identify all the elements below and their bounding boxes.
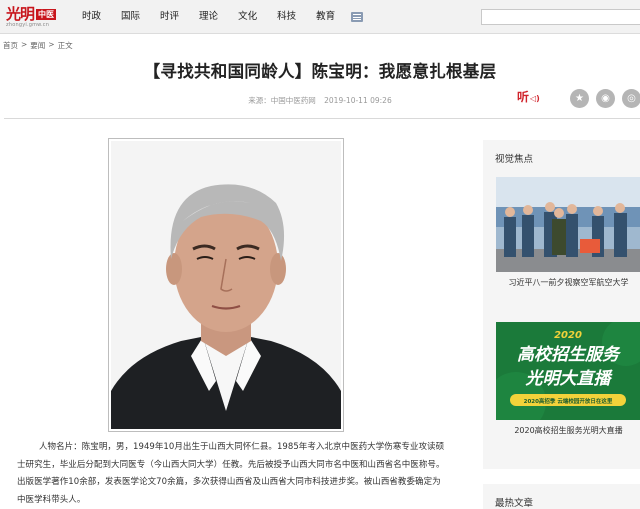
weibo-share-icon[interactable]: ◎ <box>622 89 640 108</box>
focus-caption-1[interactable]: 习近平八一前夕视察空军航空大学 <box>497 277 640 288</box>
breadcrumb-home[interactable]: 首页 <box>3 40 18 51</box>
poster-line-1: 高校招生服务 <box>517 345 622 365</box>
nav-item-guoji[interactable]: 国际 <box>121 0 140 34</box>
logo-domain: zhongyi.gmw.cn <box>6 22 50 28</box>
nav-item-jiaoyu[interactable]: 教育 <box>316 0 335 34</box>
portrait-image <box>111 141 341 429</box>
article-date: 2019-10-11 09:26 <box>324 96 392 105</box>
menu-icon[interactable] <box>351 12 363 22</box>
focus-thumbnail-2[interactable]: 2020 高校招生服务 光明大直播 2020高招季 云端校园开放日在这里 <box>496 322 640 420</box>
sidebar-section-title-2: 最热文章 <box>495 498 534 509</box>
sidebar-visual-focus: 视觉焦点 习近平八一前夕视察空军航空大学 2020 高校招生服务 光明大直播 2… <box>483 140 640 469</box>
breadcrumb-separator: > <box>48 40 55 49</box>
title-divider <box>4 118 640 119</box>
breadcrumb-separator: > <box>21 40 28 49</box>
sidebar-section-title: 视觉焦点 <box>495 154 534 165</box>
live-poster-image: 2020 高校招生服务 光明大直播 2020高招季 云端校园开放日在这里 <box>496 322 640 420</box>
nav-item-keji[interactable]: 科技 <box>277 0 296 34</box>
nav-item-shizheng[interactable]: 时政 <box>82 0 101 34</box>
nav-item-lilun[interactable]: 理论 <box>199 0 218 34</box>
poster-year: 2020 <box>554 330 582 341</box>
portrait-photo <box>108 138 344 432</box>
breadcrumb: 首页 > 要闻 > 正文 <box>3 40 76 51</box>
wechat-share-icon[interactable]: ◉ <box>596 89 615 108</box>
nav-item-shiping[interactable]: 时评 <box>160 0 179 34</box>
article-title: 【寻找共和国同龄人】陈宝明：我愿意扎根基层 <box>143 62 497 81</box>
article-meta: 来源：中国中医药网 2019-10-11 09:26 <box>0 95 640 106</box>
focus-caption-2[interactable]: 2020高校招生服务光明大直播 <box>497 425 640 436</box>
news-photo-image <box>496 177 640 272</box>
poster-line-2: 光明大直播 <box>525 369 614 389</box>
search-input[interactable] <box>481 9 640 25</box>
breadcrumb-news[interactable]: 要闻 <box>30 40 45 51</box>
article-source: 来源：中国中医药网 <box>248 96 316 105</box>
focus-thumbnail-1[interactable] <box>496 177 640 272</box>
listen-button[interactable]: 听◁) <box>517 88 540 105</box>
top-navbar: 光明 中医 zhongyi.gmw.cn 时政 国际 时评 理论 文化 科技 教… <box>0 0 640 34</box>
site-logo[interactable]: 光明 中医 zhongyi.gmw.cn <box>6 5 58 28</box>
main-nav: 时政 国际 时评 理论 文化 科技 教育 <box>82 0 355 34</box>
sound-wave-icon: ◁) <box>530 94 540 103</box>
logo-brush-text: 光明 <box>6 5 35 23</box>
listen-label: 听 <box>517 90 530 104</box>
breadcrumb-current: 正文 <box>57 41 73 50</box>
favorite-star-icon[interactable]: ★ <box>570 89 589 108</box>
poster-tag: 2020高招季 云端校园开放日在这里 <box>524 397 613 405</box>
logo-badge: 中医 <box>36 9 56 20</box>
nav-item-wenhua[interactable]: 文化 <box>238 0 257 34</box>
article-body: 人物名片：陈宝明，男，1949年10月出生于山西大同怀仁县。1985年考入北京中… <box>17 442 445 505</box>
